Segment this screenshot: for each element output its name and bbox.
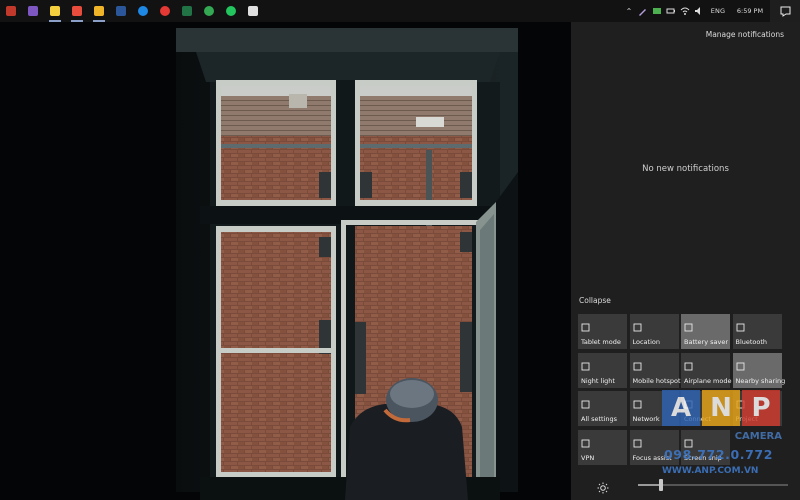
location-icon	[633, 317, 642, 332]
desktop-wallpaper	[0, 22, 571, 500]
quick-action-label: Location	[632, 338, 661, 346]
collapse-button[interactable]: Collapse	[579, 296, 611, 305]
quick-action-label: Screen snip	[684, 453, 722, 462]
quick-action-battery-saver[interactable]: Battery saver	[681, 314, 730, 349]
tablet-icon	[581, 317, 590, 332]
quick-action-airplane-mode[interactable]: Airplane mode	[681, 352, 732, 388]
brightness-fill	[638, 484, 661, 486]
sticky-notes-icon[interactable]	[44, 0, 66, 22]
visual-studio-icon[interactable]	[0, 0, 22, 22]
bluetooth-icon	[736, 317, 745, 332]
quick-action-nearby-sharing[interactable]: Nearby sharing	[732, 352, 785, 388]
pinned-apps	[0, 0, 264, 22]
quick-action-label: Connect	[684, 415, 711, 423]
quick-action-tablet-mode[interactable]: Tablet mode	[578, 314, 627, 349]
quick-action-screen-snip[interactable]: Screen snip	[681, 429, 730, 465]
line-icon[interactable]	[220, 0, 242, 22]
project-icon	[736, 394, 745, 409]
brightness-track[interactable]	[638, 479, 788, 491]
brightness-thumb[interactable]	[658, 479, 663, 491]
watermark-camera-text: CAMERA	[734, 431, 782, 442]
taskbar: ⌃ ENG 6:59 PM	[0, 0, 800, 22]
action-center-button[interactable]	[770, 0, 800, 22]
quick-action-location[interactable]: Location	[629, 314, 679, 349]
quick-action-label: Bluetooth	[735, 338, 768, 346]
focus-assist-icon	[633, 433, 642, 447]
nearby-sharing-icon	[736, 356, 745, 370]
quick-action-network[interactable]: Network	[629, 391, 679, 426]
quick-action-label: Battery saver	[684, 338, 729, 346]
quick-action-label: Mobile hotspot	[632, 376, 681, 385]
quick-action-vpn[interactable]: VPN	[578, 429, 627, 465]
vpn-icon	[581, 433, 590, 447]
visual-studio-code-icon[interactable]	[22, 0, 44, 22]
quick-action-label: Project	[735, 415, 758, 423]
quick-action-mobile-hotspot[interactable]: Mobile hotspot	[629, 352, 681, 388]
brightness-slider[interactable]	[593, 477, 788, 494]
battery-saver-icon	[684, 317, 693, 332]
security-icon[interactable]	[650, 0, 664, 22]
airplane-icon	[684, 356, 693, 370]
quick-action-label: Network	[632, 415, 660, 423]
quick-action-label: VPN	[581, 453, 595, 462]
notification-icon	[780, 6, 790, 17]
clock[interactable]: 6:59 PM	[730, 7, 770, 15]
excel-icon[interactable]	[176, 0, 198, 22]
quick-action-all-settings[interactable]: All settings	[578, 391, 627, 426]
quick-action-project[interactable]: Project	[732, 391, 782, 426]
screen-snip-icon	[684, 433, 693, 447]
night-light-icon	[581, 356, 590, 370]
quick-action-label: Tablet mode	[581, 338, 621, 346]
paint-icon[interactable]	[66, 0, 88, 22]
network-icon	[633, 394, 642, 409]
battery-icon[interactable]	[664, 0, 678, 22]
action-center-panel: Manage notifications No new notification…	[571, 22, 800, 500]
hotspot-icon	[633, 356, 642, 370]
brightness-icon	[597, 479, 609, 498]
pen-icon[interactable]	[636, 0, 650, 22]
input-language[interactable]: ENG	[706, 7, 730, 15]
connect-icon	[684, 394, 693, 409]
system-tray: ⌃ ENG 6:59 PM	[622, 0, 800, 22]
quick-action-label: All settings	[581, 415, 618, 423]
settings-icon[interactable]	[242, 0, 264, 22]
quick-action-label: Nearby sharing	[735, 376, 786, 385]
quick-action-label: Focus assist	[632, 453, 672, 462]
volume-icon[interactable]	[692, 0, 706, 22]
quick-action-connect[interactable]: Connect	[681, 391, 730, 426]
chrome-icon[interactable]	[198, 0, 220, 22]
quick-action-focus-assist[interactable]: Focus assist	[629, 429, 679, 465]
gear-icon	[581, 394, 590, 409]
quick-action-label: Night light	[581, 376, 615, 385]
file-explorer-icon[interactable]	[88, 0, 110, 22]
empty-notifications-message: No new notifications	[642, 164, 729, 174]
quick-action-label: Airplane mode	[684, 376, 732, 385]
edge-icon[interactable]	[132, 0, 154, 22]
word-icon[interactable]	[110, 0, 132, 22]
watermark-website: WWW.ANP.COM.VN	[662, 466, 759, 476]
opera-icon[interactable]	[154, 0, 176, 22]
wifi-icon[interactable]	[678, 0, 692, 22]
quick-action-night-light[interactable]: Night light	[578, 352, 627, 388]
manage-notifications-link[interactable]: Manage notifications	[706, 30, 784, 39]
quick-action-bluetooth[interactable]: Bluetooth	[732, 314, 782, 349]
chevron-up-icon[interactable]: ⌃	[622, 7, 636, 16]
